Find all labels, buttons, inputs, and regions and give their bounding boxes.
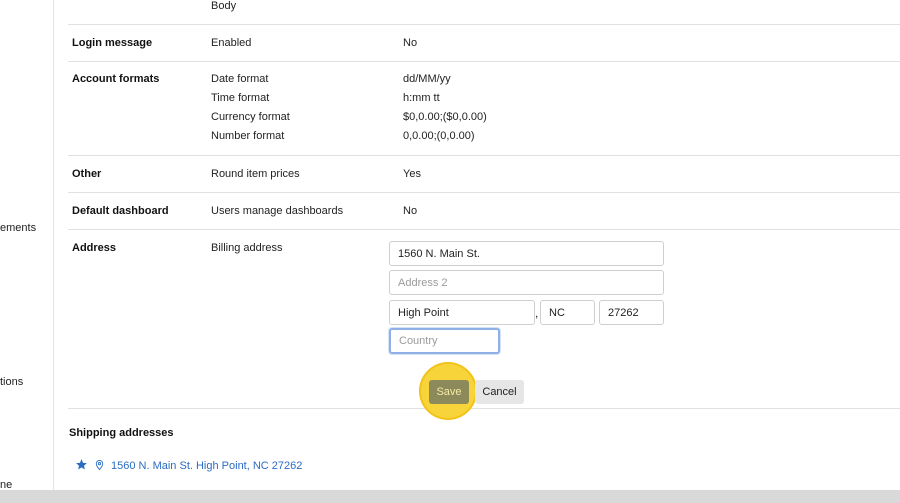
row-sub-label: Body [211,0,237,12]
row-label: Account formats [72,73,160,85]
row-label: Login message [72,37,153,49]
format-time-value: h:mm tt [403,92,440,104]
row-sub-label: Users manage dashboards [211,205,344,217]
city-state-separator: , [535,306,539,320]
settings-row-login-message: Login message Enabled No [68,25,900,62]
row-label: Default dashboard [72,205,169,217]
sidebar-item-integrations[interactable]: tions [0,376,23,388]
address-line1-input[interactable] [389,241,664,266]
row-value: No [403,37,418,49]
sidebar-item-settlements[interactable]: ements [0,222,36,234]
row-label: Other [72,168,102,180]
settings-row-account-formats: Account formats Date format dd/MM/yy Tim… [68,62,900,156]
location-pin-icon [94,459,105,474]
city-input[interactable] [389,300,535,325]
format-number-label: Number format [211,130,285,142]
state-input[interactable] [540,300,595,325]
country-input[interactable] [389,328,500,354]
format-date-label: Date format [211,73,269,85]
format-number-value: 0,0.00;(0,0.00) [403,130,475,142]
address-line2-input[interactable] [389,270,664,295]
sidebar: ements tions ne [0,0,54,503]
horizontal-scrollbar[interactable] [0,490,900,503]
zip-input[interactable] [599,300,664,325]
settings-row-other: Other Round item prices Yes [68,156,900,193]
row-value: No [403,205,418,217]
row-sub-label: Enabled [211,37,252,49]
settings-row-default-dashboard: Default dashboard Users manage dashboard… [68,193,900,230]
format-currency-value: $0,0.00;($0,0.00) [403,111,487,123]
save-button[interactable]: Save [429,380,469,404]
format-date-value: dd/MM/yy [403,73,451,85]
shipping-address-item[interactable]: 1560 N. Main St. High Point, NC 27262 [75,458,302,474]
format-time-label: Time format [211,92,270,104]
row-label: Address [72,242,117,254]
settings-row-body: Body [68,0,900,25]
row-value: Yes [403,168,421,180]
shipping-address-link[interactable]: 1560 N. Main St. High Point, NC 27262 [111,460,302,472]
row-sub-label: Billing address [211,242,283,254]
format-currency-label: Currency format [211,111,290,123]
shipping-addresses-heading: Shipping addresses [69,427,174,439]
cancel-button[interactable]: Cancel [475,380,524,404]
star-icon[interactable] [75,458,88,474]
row-sub-label: Round item prices [211,168,300,180]
